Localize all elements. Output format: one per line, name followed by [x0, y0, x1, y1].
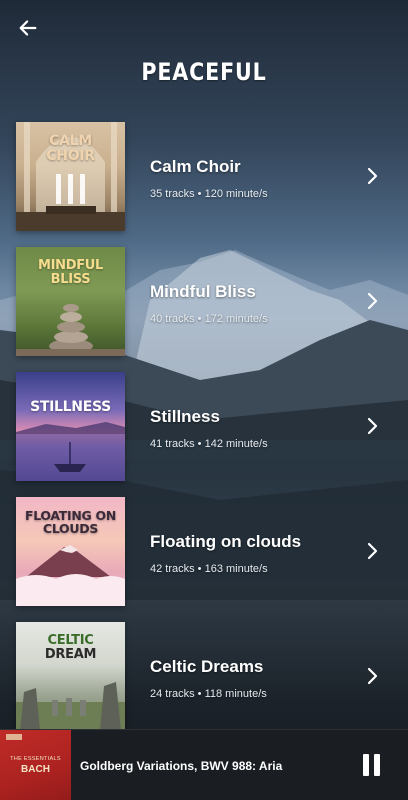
pause-button[interactable] — [360, 754, 384, 778]
playlist-title: Calm Choir — [150, 157, 241, 176]
playlist-item-mindful-bliss[interactable]: MINDFUL BLISS Mindful Bliss 40 tracks • … — [0, 247, 408, 372]
page-title: PEACEFUL — [141, 58, 267, 86]
mini-player[interactable]: THE ESSENTIALS BACH Goldberg Variations,… — [0, 729, 408, 800]
cover-title-line1: CALM — [49, 133, 92, 149]
cover-title-line1: STILLNESS — [30, 399, 111, 415]
playlist-item-floating-on-clouds[interactable]: FLOATING ON CLOUDS Floating on clouds 42… — [0, 497, 408, 622]
cover-title-line1: CELTIC — [47, 633, 94, 648]
playlist-cover-stillness: STILLNESS — [16, 372, 125, 481]
artwork-subtitle: THE ESSENTIALS — [10, 756, 61, 762]
playlist-meta: 35 tracks • 120 minute/s — [150, 188, 268, 200]
chevron-right-icon — [367, 417, 378, 435]
chevron-right-icon — [367, 542, 378, 560]
now-playing-artwork: THE ESSENTIALS BACH — [0, 730, 71, 800]
pause-icon-bar — [374, 754, 380, 776]
cover-title-line2: BLISS — [50, 271, 91, 287]
playlist-cover-celtic-dreams: CELTIC DREAM — [16, 622, 125, 731]
playlist-meta: 41 tracks • 142 minute/s — [150, 438, 268, 450]
playlist-title: Stillness — [150, 407, 220, 426]
playlist-title: Floating on clouds — [150, 532, 302, 551]
chevron-right-icon — [367, 667, 378, 685]
playlist-list: CALM CHOIR Calm Choir 35 tracks • 120 mi… — [0, 122, 408, 747]
cover-title-line1: MINDFUL — [37, 258, 104, 273]
playlist-cover-floating-on-clouds: FLOATING ON CLOUDS — [16, 497, 125, 606]
playlist-meta: 42 tracks • 163 minute/s — [150, 563, 268, 575]
playlist-title: Celtic Dreams — [150, 657, 264, 676]
playlist-item-calm-choir[interactable]: CALM CHOIR Calm Choir 35 tracks • 120 mi… — [0, 122, 408, 247]
pause-icon — [363, 754, 369, 776]
playlist-cover-mindful-bliss: MINDFUL BLISS — [16, 247, 125, 356]
now-playing-title: Goldberg Variations, BWV 988: Aria — [80, 759, 283, 773]
playlist-meta: 40 tracks • 172 minute/s — [150, 313, 268, 325]
playlist-item-stillness[interactable]: STILLNESS Stillness 41 tracks • 142 minu… — [0, 372, 408, 497]
back-button[interactable] — [14, 14, 42, 42]
playlist-cover-calm-choir: CALM CHOIR — [16, 122, 125, 231]
arrow-left-icon — [19, 20, 37, 36]
cover-title-line2: CHOIR — [46, 147, 95, 164]
artwork-title: BACH — [21, 764, 50, 775]
chevron-right-icon — [367, 167, 378, 185]
cover-title-line2: DREAM — [44, 646, 97, 662]
playlist-title: Mindful Bliss — [150, 282, 256, 301]
chevron-right-icon — [367, 292, 378, 310]
boat-lake-illustration — [16, 422, 125, 481]
cover-title-line2: CLOUDS — [42, 521, 99, 537]
playlist-meta: 24 tracks • 118 minute/s — [150, 688, 267, 700]
